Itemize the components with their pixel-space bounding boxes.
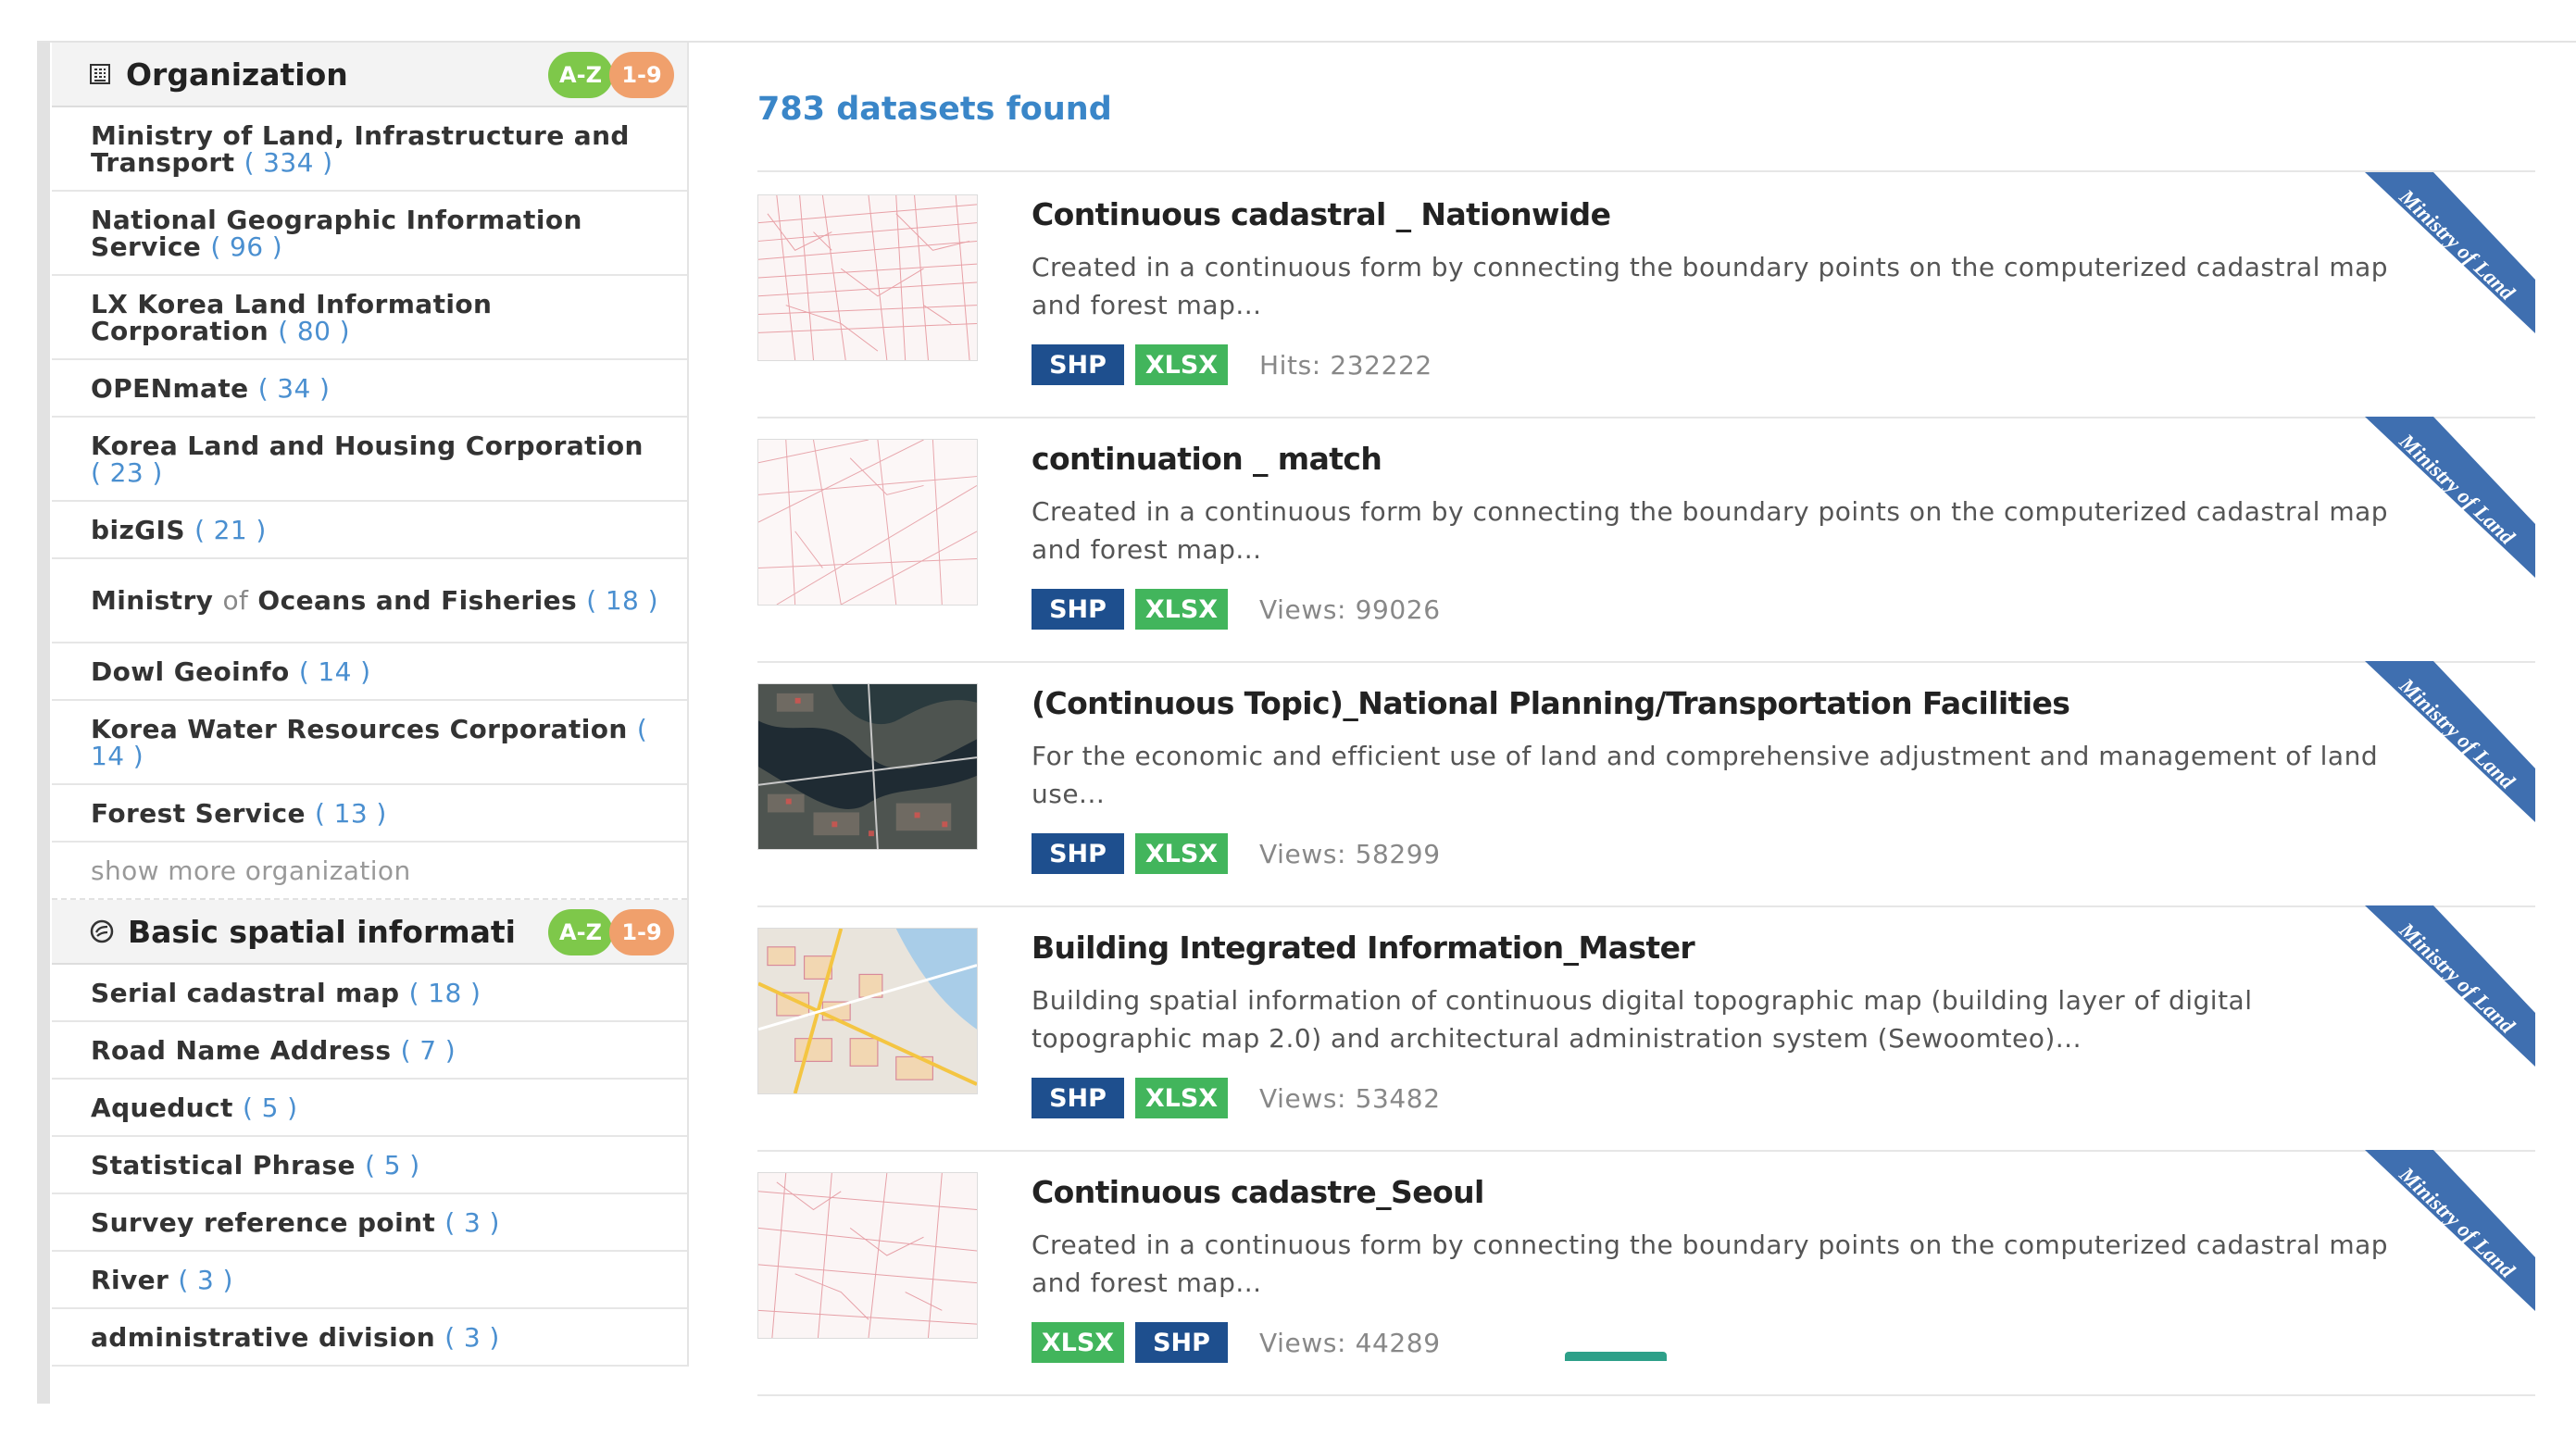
- basic-spatial-sort-badges: A-Z 1-9: [548, 909, 674, 955]
- dataset-card[interactable]: continuation _ match Created in a contin…: [757, 417, 2535, 663]
- dataset-title[interactable]: Continuous cadastral _ Nationwide: [1032, 196, 1611, 232]
- dataset-meta: SHP XLSX Views: 99026: [1032, 589, 1441, 630]
- satellite-map-thumbnail: [758, 684, 977, 849]
- next-ribbon-peek: [1565, 1352, 1667, 1361]
- organization-filter-title: Organization: [89, 56, 348, 93]
- basic-spatial-title-text: Basic spatial informati: [128, 913, 516, 950]
- dataset-stat: Hits: 232222: [1259, 349, 1432, 381]
- format-badge-xlsx[interactable]: XLSX: [1135, 589, 1228, 630]
- dataset-thumbnail[interactable]: [757, 1172, 978, 1339]
- sort-count-button[interactable]: 1-9: [609, 52, 674, 98]
- format-badge-shp[interactable]: SHP: [1135, 1322, 1228, 1363]
- format-badge-shp[interactable]: SHP: [1032, 344, 1124, 385]
- organization-title-text: Organization: [126, 56, 348, 93]
- format-badge-shp[interactable]: SHP: [1032, 1078, 1124, 1118]
- dataset-description: Created in a continuous form by connecti…: [1032, 496, 2389, 565]
- dataset-meta: SHP XLSX Hits: 232222: [1032, 344, 1432, 385]
- dataset-meta: SHP XLSX Views: 53482: [1032, 1078, 1441, 1118]
- dataset-description: For the economic and efficient use of la…: [1032, 741, 2379, 809]
- basic-spatial-filter-title: Basic spatial informati: [89, 914, 516, 950]
- dataset-thumbnail[interactable]: [757, 928, 978, 1094]
- dataset-title[interactable]: Continuous cadastre_Seoul: [1032, 1174, 1484, 1210]
- filter-item-org-4[interactable]: OPENmate ( 34 ): [52, 360, 687, 418]
- filter-item-org-1[interactable]: Ministry of Land, Infrastructure and Tra…: [52, 107, 687, 192]
- dataset-title[interactable]: continuation _ match: [1032, 441, 1382, 477]
- organization-sort-badges: A-Z 1-9: [548, 52, 674, 98]
- filter-item-org-8[interactable]: Dowl Geoinfo ( 14 ): [52, 643, 687, 701]
- format-badge-shp[interactable]: SHP: [1032, 589, 1124, 630]
- ministry-ribbon: Ministry of Land: [2332, 905, 2535, 1067]
- dataset-thumbnail[interactable]: [757, 194, 978, 361]
- cadastral-map-thumbnail: [758, 1173, 977, 1338]
- ministry-ribbon: Ministry of Land: [2332, 417, 2535, 578]
- dataset-stat: Views: 58299: [1259, 838, 1441, 869]
- filter-item-org-2[interactable]: National Geographic Information Service …: [52, 192, 687, 276]
- filter-sidebar: Organization A-Z 1-9 Ministry of Land, I…: [52, 43, 689, 1367]
- dataset-card[interactable]: Building Integrated Information_Master B…: [757, 905, 2535, 1152]
- filter-item-spatial-7[interactable]: administrative division ( 3 ): [52, 1309, 687, 1367]
- dataset-description: Building spatial information of continuo…: [1032, 985, 2253, 1054]
- circle-icon: [90, 919, 114, 943]
- show-more-organization-link[interactable]: show more organization: [52, 843, 687, 900]
- format-badge-shp[interactable]: SHP: [1032, 833, 1124, 874]
- left-rail: [37, 43, 50, 1404]
- filter-item-spatial-2[interactable]: Road Name Address ( 7 ): [52, 1022, 687, 1080]
- dataset-card[interactable]: (Continuous Topic)_National Planning/Tra…: [757, 661, 2535, 907]
- organization-filter-header: Organization A-Z 1-9: [52, 43, 687, 107]
- building-icon: [90, 64, 110, 84]
- dataset-meta: SHP XLSX Views: 58299: [1032, 833, 1441, 874]
- dataset-description: Created in a continuous form by connecti…: [1032, 252, 2389, 320]
- building-map-thumbnail: [758, 929, 977, 1093]
- filter-item-spatial-4[interactable]: Statistical Phrase ( 5 ): [52, 1137, 687, 1194]
- dataset-stat: Views: 44289: [1259, 1327, 1441, 1358]
- sort-count-button[interactable]: 1-9: [609, 909, 674, 955]
- format-badge-xlsx[interactable]: XLSX: [1135, 344, 1228, 385]
- ministry-ribbon: Ministry of Land: [2332, 661, 2535, 822]
- filter-item-spatial-3[interactable]: Aqueduct ( 5 ): [52, 1080, 687, 1137]
- filter-item-org-10[interactable]: Forest Service ( 13 ): [52, 785, 687, 843]
- dataset-title[interactable]: Building Integrated Information_Master: [1032, 930, 1695, 966]
- filter-item-org-6[interactable]: bizGIS ( 21 ): [52, 502, 687, 559]
- dataset-thumbnail[interactable]: [757, 683, 978, 850]
- sort-az-button[interactable]: A-Z: [548, 909, 613, 955]
- cadastral-map-thumbnail: [758, 195, 977, 360]
- dataset-stat: Views: 53482: [1259, 1082, 1441, 1114]
- sort-az-button[interactable]: A-Z: [548, 52, 613, 98]
- ministry-ribbon: Ministry of Land: [2332, 1150, 2535, 1311]
- dataset-stat: Views: 99026: [1259, 593, 1441, 625]
- results-count: 783 datasets found: [757, 91, 1112, 128]
- dataset-description: Created in a continuous form by connecti…: [1032, 1230, 2389, 1298]
- filter-item-spatial-5[interactable]: Survey reference point ( 3 ): [52, 1194, 687, 1252]
- format-badge-xlsx[interactable]: XLSX: [1135, 1078, 1228, 1118]
- ministry-ribbon: Ministry of Land: [2332, 172, 2535, 333]
- filter-item-org-7[interactable]: Ministry of Oceans and Fisheries ( 18 ): [52, 559, 687, 643]
- filter-item-org-5[interactable]: Korea Land and Housing Corporation ( 23 …: [52, 418, 687, 502]
- filter-item-org-3[interactable]: LX Korea Land Information Corporation ( …: [52, 276, 687, 360]
- dataset-meta: XLSX SHP Views: 44289: [1032, 1322, 1441, 1363]
- dataset-thumbnail[interactable]: [757, 439, 978, 606]
- format-badge-xlsx[interactable]: XLSX: [1135, 833, 1228, 874]
- dataset-card[interactable]: Continuous cadastral _ Nationwide Create…: [757, 172, 2535, 418]
- format-badge-xlsx[interactable]: XLSX: [1032, 1322, 1124, 1363]
- cadastral-map-thumbnail: [758, 440, 977, 605]
- filter-item-org-9[interactable]: Korea Water Resources Corporation ( 14 ): [52, 701, 687, 785]
- filter-item-spatial-6[interactable]: River ( 3 ): [52, 1252, 687, 1309]
- dataset-title[interactable]: (Continuous Topic)_National Planning/Tra…: [1032, 685, 2070, 721]
- basic-spatial-filter-header: Basic spatial informati A-Z 1-9: [52, 900, 687, 965]
- filter-item-spatial-1[interactable]: Serial cadastral map ( 18 ): [52, 965, 687, 1022]
